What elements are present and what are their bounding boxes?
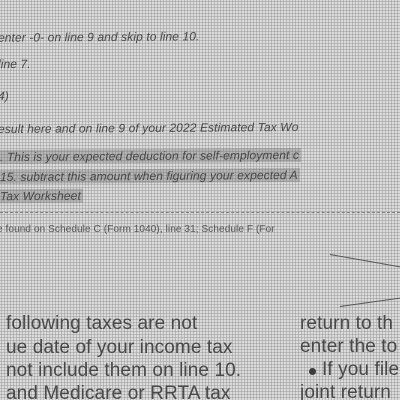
column-line: ue date of your income tax xyxy=(6,337,233,358)
column-line: not include them on line 10. xyxy=(6,360,242,381)
column-line: following taxes are not xyxy=(6,313,198,334)
column-line: enter the to xyxy=(300,336,398,357)
column-line: return to th xyxy=(300,313,394,334)
document-page: enter -0- on line 9 and skip to line 10.… xyxy=(0,0,400,400)
bullet-icon xyxy=(309,368,316,375)
column-line: and Medicare or RRTA tax xyxy=(6,383,231,400)
column-line: joint return xyxy=(300,382,391,400)
column-line: If you file xyxy=(322,359,400,380)
right-column: return to th enter the to If you file jo… xyxy=(290,0,400,400)
left-column: following taxes are not ue date of your … xyxy=(0,0,290,400)
